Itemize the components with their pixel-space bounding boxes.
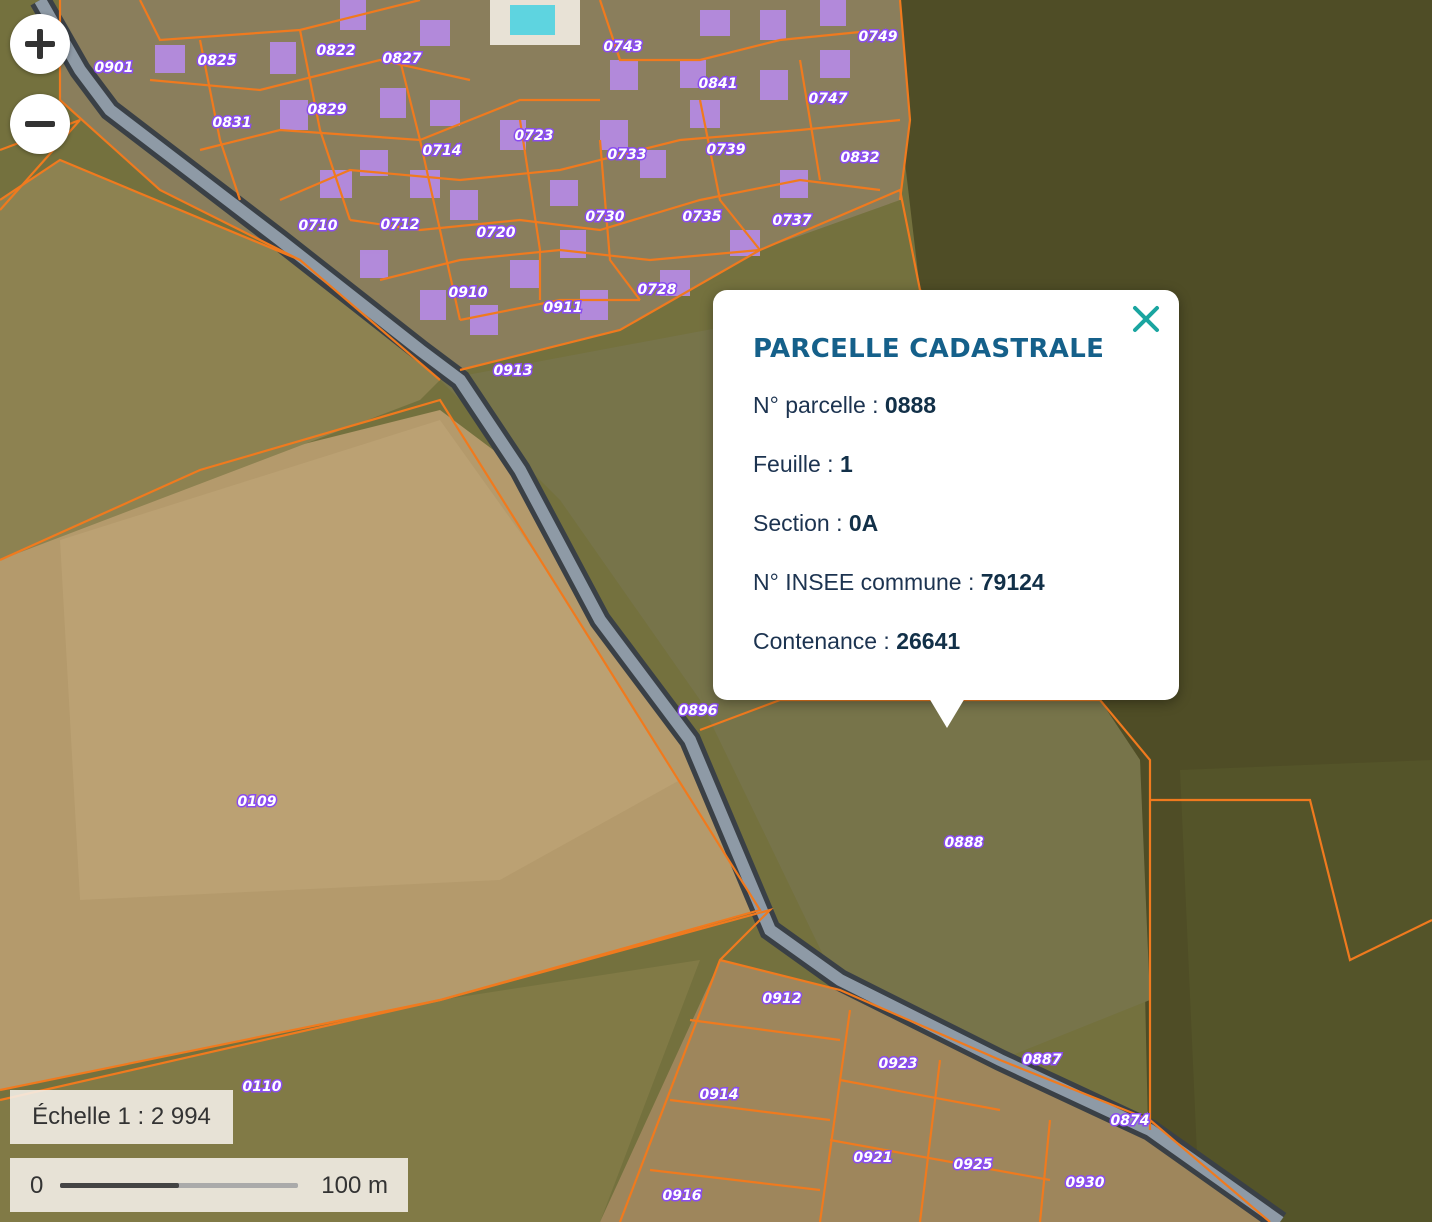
parcel-label-0739[interactable]: 0739 xyxy=(705,141,747,160)
parcel-label-0832[interactable]: 0832 xyxy=(839,149,881,168)
parcel-label-0747[interactable]: 0747 xyxy=(807,90,849,109)
popup-label: Feuille : xyxy=(753,451,840,477)
scale-bar-start: 0 xyxy=(30,1172,44,1199)
parcel-popup: PARCELLE CADASTRALE N° parcelle : 0888 F… xyxy=(713,290,1179,728)
plus-icon-vertical xyxy=(37,29,43,59)
swimming-pool xyxy=(510,5,555,35)
parcel-label-0912[interactable]: 0912 xyxy=(761,990,803,1009)
parcel-label-0735[interactable]: 0735 xyxy=(681,208,723,227)
scale-bar-fill xyxy=(60,1183,179,1188)
parcel-label-0916[interactable]: 0916 xyxy=(661,1187,703,1206)
zoom-in-button[interactable] xyxy=(10,14,70,74)
popup-value: 0A xyxy=(848,510,879,536)
parcel-label-0914[interactable]: 0914 xyxy=(698,1086,740,1105)
parcel-label-0913[interactable]: 0913 xyxy=(492,362,534,381)
popup-title: PARCELLE CADASTRALE xyxy=(753,334,1105,364)
parcel-label-0841[interactable]: 0841 xyxy=(697,75,739,94)
parcel-label-0825[interactable]: 0825 xyxy=(196,52,238,71)
popup-row-section: Section : 0A xyxy=(753,510,1139,537)
parcel-label-0728[interactable]: 0728 xyxy=(636,281,678,300)
popup-value: 26641 xyxy=(896,628,961,654)
popup-label: Contenance : xyxy=(753,628,897,654)
parcel-label-0730[interactable]: 0730 xyxy=(584,208,626,227)
parcel-label-0831[interactable]: 0831 xyxy=(211,114,253,133)
parcel-label-0822[interactable]: 0822 xyxy=(315,42,357,61)
minus-icon xyxy=(25,121,55,127)
scale-bar: 0 100 m xyxy=(10,1158,408,1212)
parcel-label-0930[interactable]: 0930 xyxy=(1064,1174,1106,1193)
popup-value: 79124 xyxy=(980,569,1045,595)
parcel-label-0720[interactable]: 0720 xyxy=(475,224,517,243)
parcel-label-0710[interactable]: 0710 xyxy=(297,217,339,236)
zoom-out-button[interactable] xyxy=(10,94,70,154)
parcel-label-0896[interactable]: 0896 xyxy=(677,702,719,721)
parcel-label-0910[interactable]: 0910 xyxy=(447,284,489,303)
parcel-label-0110[interactable]: 0110 xyxy=(241,1078,283,1097)
popup-label: N° INSEE commune : xyxy=(753,569,981,595)
forest-area-lower xyxy=(1180,760,1432,1222)
parcel-label-0888[interactable]: 0888 xyxy=(943,834,985,853)
popup-value: 1 xyxy=(839,451,853,477)
parcel-label-0901[interactable]: 0901 xyxy=(93,59,135,78)
parcel-label-0749[interactable]: 0749 xyxy=(857,28,899,47)
parcel-label-0743[interactable]: 0743 xyxy=(602,38,644,57)
popup-row-insee: N° INSEE commune : 79124 xyxy=(753,569,1139,596)
popup-value: 0888 xyxy=(884,392,937,418)
parcel-label-0921[interactable]: 0921 xyxy=(852,1149,894,1168)
popup-pointer xyxy=(929,698,965,728)
parcel-label-0109[interactable]: 0109 xyxy=(236,793,278,812)
parcel-label-0874[interactable]: 0874 xyxy=(1109,1112,1151,1131)
popup-row-parcel-number: N° parcelle : 0888 xyxy=(753,392,1139,419)
parcel-label-0829[interactable]: 0829 xyxy=(306,101,348,120)
parcel-label-0737[interactable]: 0737 xyxy=(771,212,813,231)
parcel-label-0923[interactable]: 0923 xyxy=(877,1055,919,1074)
scale-ratio: Échelle 1 : 2 994 xyxy=(10,1090,233,1144)
parcel-label-0723[interactable]: 0723 xyxy=(513,127,555,146)
parcel-label-0714[interactable]: 0714 xyxy=(421,142,463,161)
popup-row-sheet: Feuille : 1 xyxy=(753,451,1139,478)
parcel-label-0733[interactable]: 0733 xyxy=(606,146,648,165)
scale-bar-end: 100 m xyxy=(321,1172,388,1199)
popup-label: N° parcelle : xyxy=(753,392,885,418)
parcel-label-0925[interactable]: 0925 xyxy=(952,1156,994,1175)
popup-row-area: Contenance : 26641 xyxy=(753,628,1139,655)
scale-bar-track xyxy=(60,1183,298,1188)
parcel-label-0911[interactable]: 0911 xyxy=(542,299,584,318)
parcel-label-0827[interactable]: 0827 xyxy=(381,50,423,69)
parcel-label-0887[interactable]: 0887 xyxy=(1021,1051,1063,1070)
popup-label: Section : xyxy=(753,510,849,536)
parcel-label-0712[interactable]: 0712 xyxy=(379,216,421,235)
close-icon[interactable] xyxy=(1129,302,1163,336)
